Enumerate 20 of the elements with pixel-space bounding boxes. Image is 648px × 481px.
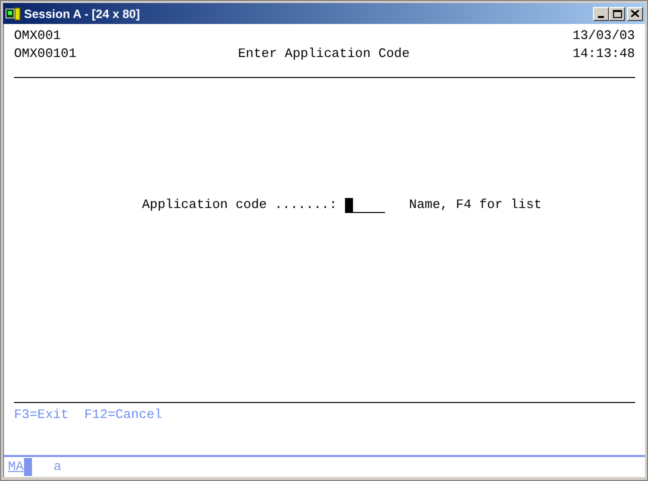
minimize-icon <box>598 16 604 18</box>
close-button[interactable] <box>627 6 643 20</box>
status-indicator: a <box>54 458 62 476</box>
close-icon <box>631 10 639 17</box>
status-mode: MA <box>8 458 24 476</box>
cursor <box>345 198 354 212</box>
maximize-icon <box>612 10 622 18</box>
input-field[interactable] <box>345 197 386 213</box>
program-name: OMX001 <box>14 27 61 45</box>
function-keys: F3=Exit F12=Cancel <box>4 406 645 424</box>
screen-id: OMX00101 <box>14 45 78 63</box>
time-text: 14:13:48 <box>572 45 635 63</box>
terminal-icon <box>5 6 21 22</box>
maximize-button[interactable] <box>609 6 625 20</box>
screen-title: Enter Application Code <box>238 45 410 63</box>
field-hint: Name, F4 for list <box>409 196 542 214</box>
field-label: Application code .......: <box>142 196 338 214</box>
date-text: 13/03/03 <box>572 27 635 45</box>
window-title: Session A - [24 x 80] <box>24 6 140 22</box>
minimize-button[interactable] <box>593 6 609 20</box>
